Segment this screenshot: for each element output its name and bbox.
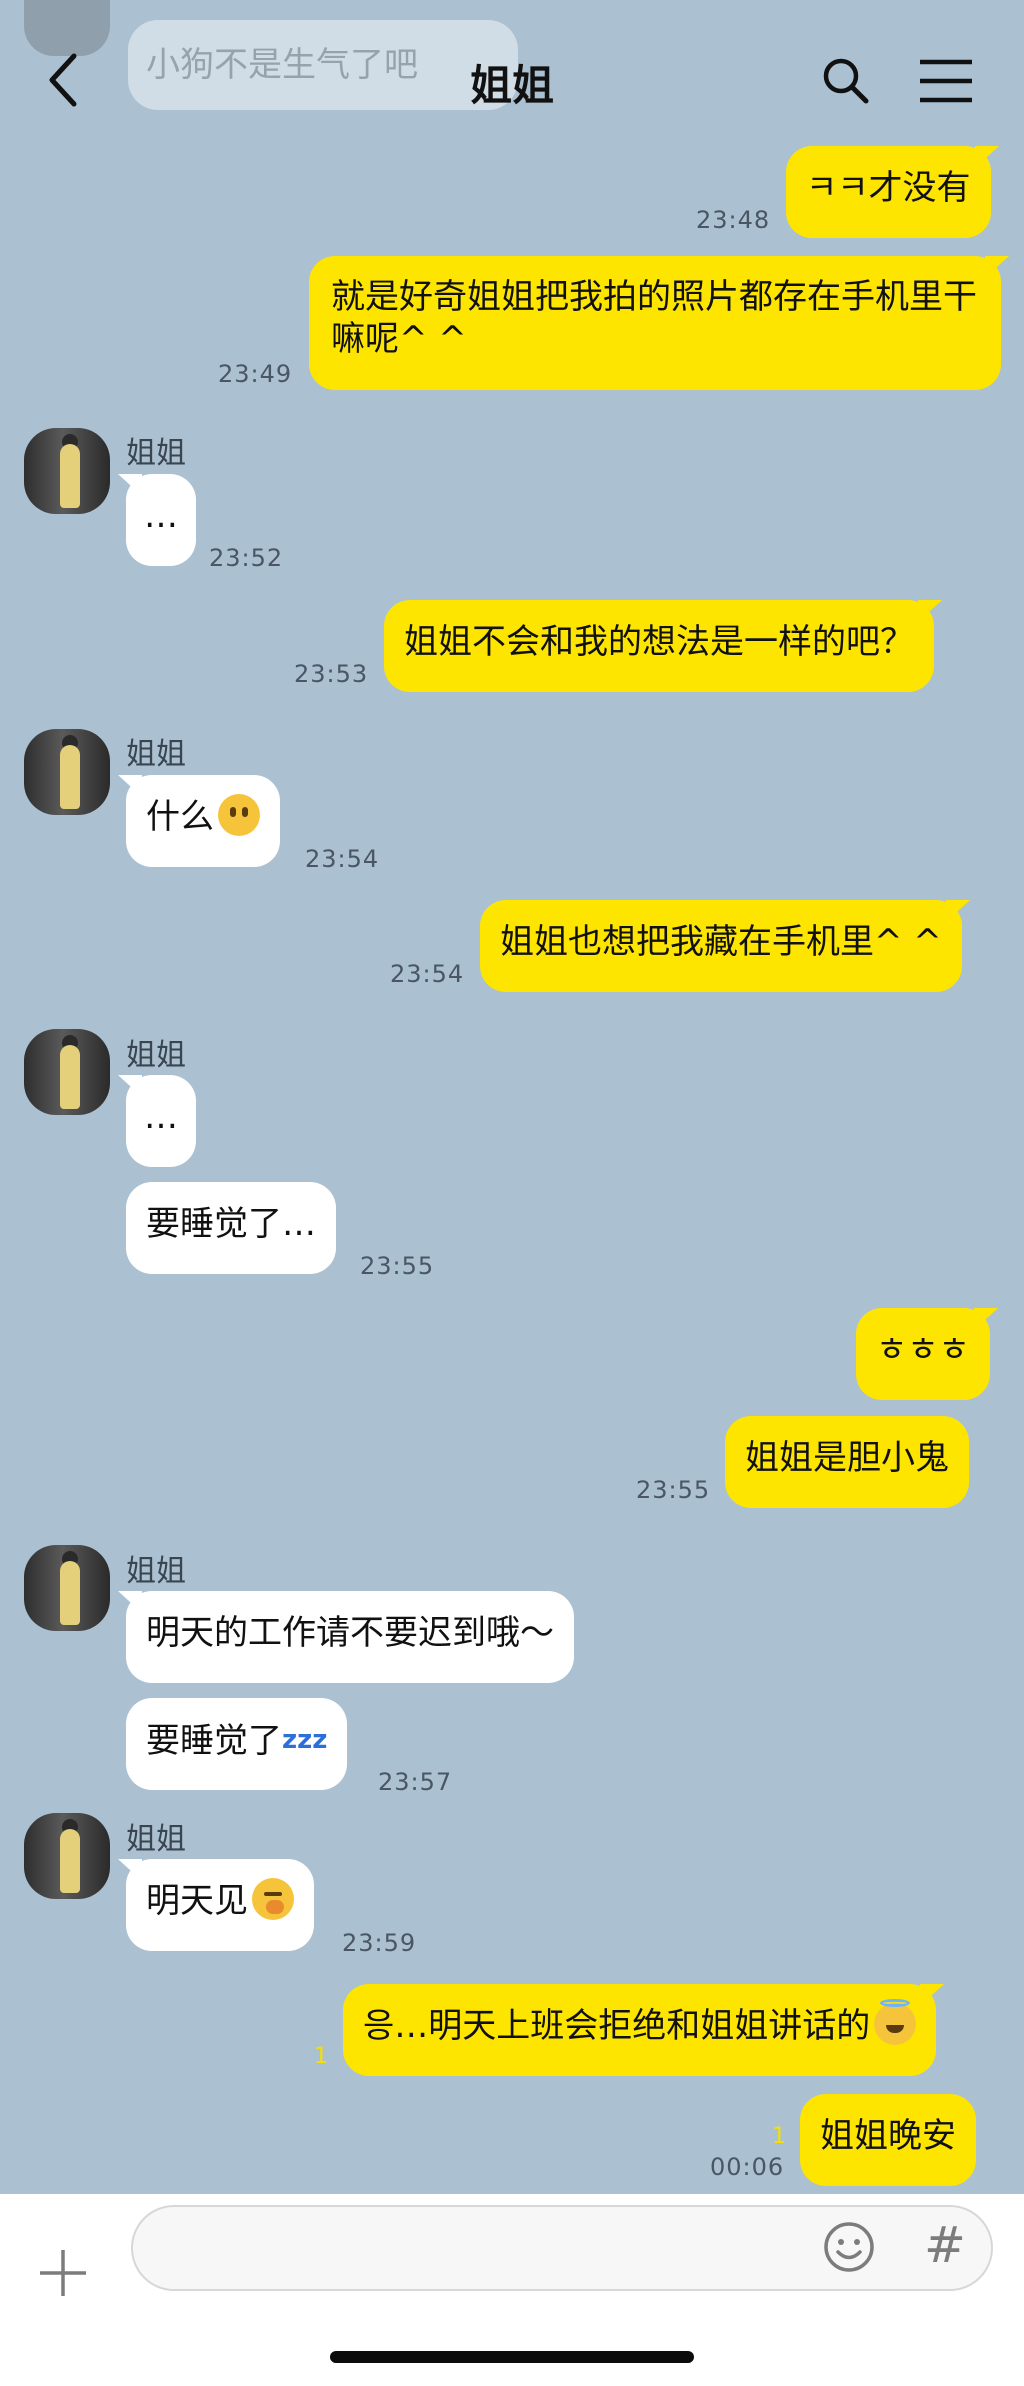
contact-avatar[interactable] [24, 729, 110, 815]
message-text: 姐姐不会和我的想法是一样的吧？ [404, 622, 914, 662]
message-text: 姐姐也想把我藏在手机里^ ^ [500, 922, 942, 962]
their-message-bubble[interactable]: … [118, 1075, 196, 1167]
message-time: 23:49 [218, 360, 293, 388]
their-message-bubble[interactable]: 明天见 [118, 1859, 314, 1951]
smiling-face-with-halo-emoji [874, 1999, 917, 2045]
contact-avatar[interactable] [24, 1813, 110, 1899]
emoji-icon[interactable] [823, 2221, 875, 2273]
menu-icon[interactable] [918, 58, 974, 104]
contact-name: 姐姐 [126, 1822, 186, 1857]
message-time: 23:54 [390, 960, 465, 988]
home-indicator[interactable] [330, 2351, 694, 2363]
message-text: ㅎㅎㅎ [876, 1330, 970, 1370]
message-text: 明天的工作请不要迟到哦～ [146, 1613, 554, 1653]
message-text: 什么 [146, 797, 214, 837]
message-time: 23:59 [342, 1929, 417, 1957]
message-time: 23:55 [636, 1476, 711, 1504]
their-message-bubble[interactable]: 明天的工作请不要迟到哦～ [118, 1591, 574, 1683]
my-message-bubble[interactable]: 就是好奇姐姐把我拍的照片都存在手机里干嘛呢^ ^ [309, 256, 1009, 390]
message-time: 23:57 [378, 1768, 453, 1796]
unread-count: 1 [772, 2124, 786, 2149]
plus-icon[interactable] [38, 2248, 88, 2298]
contact-name: 姐姐 [126, 1554, 186, 1589]
neutral-face-emoji [218, 794, 260, 836]
message-text: 姐姐是胆小鬼 [745, 1438, 949, 1478]
message-text: … [144, 496, 178, 536]
message-text: ㅋㅋ才没有 [806, 168, 971, 208]
message-time: 23:53 [294, 660, 369, 688]
contact-name: 姐姐 [126, 436, 186, 471]
my-message-bubble[interactable]: 응…明天上班会拒绝和姐姐讲话的 [343, 1984, 945, 2076]
message-time: 23:52 [209, 544, 284, 572]
message-time: 23:54 [305, 845, 380, 873]
yawning-face-emoji [252, 1878, 294, 1920]
my-message-bubble[interactable]: 姐姐不会和我的想法是一样的吧？ [384, 600, 942, 692]
message-time: 23:48 [696, 206, 771, 234]
contact-avatar[interactable] [24, 428, 110, 514]
chat-title: 姐姐 [469, 61, 554, 110]
contact-avatar[interactable] [24, 1545, 110, 1631]
their-message-bubble[interactable]: 要睡觉了… [126, 1182, 336, 1274]
message-composer: # [0, 2194, 1024, 2386]
hash-icon[interactable]: # [920, 2210, 970, 2280]
message-text: 明天见 [146, 1881, 248, 1921]
message-time: 23:55 [360, 1252, 435, 1280]
message-text: 要睡觉了 [146, 1721, 282, 1761]
my-message-bubble[interactable]: 姐姐也想把我藏在手机里^ ^ [480, 900, 970, 992]
chat-header: 小狗不是生气了吧 姐姐 [0, 0, 1024, 140]
message-text: 要睡觉了… [146, 1204, 316, 1244]
contact-avatar[interactable] [24, 1029, 110, 1115]
unread-count: 1 [314, 2044, 328, 2069]
message-text: 就是好奇姐姐把我拍的照片都存在手机里干嘛呢^ ^ [331, 277, 977, 359]
my-message-bubble[interactable]: ㅋㅋ才没有 [786, 146, 999, 238]
their-message-bubble[interactable]: … [118, 474, 196, 566]
message-text: 姐姐晚安 [820, 2116, 956, 2156]
their-message-bubble[interactable]: 什么 [118, 775, 280, 867]
message-text: … [144, 1097, 178, 1137]
scrolled-avatar [24, 0, 110, 56]
search-icon[interactable] [820, 55, 870, 105]
message-text: 응…明天上班会拒绝和姐姐讲话的 [363, 2006, 871, 2046]
zzz-sleep-emoji: zzz [282, 1725, 328, 1755]
my-message-bubble[interactable]: ㅎㅎㅎ [856, 1308, 998, 1400]
message-time: 00:06 [710, 2153, 785, 2181]
their-message-bubble[interactable]: 要睡觉了zzz [126, 1698, 348, 1790]
contact-name: 姐姐 [126, 737, 186, 772]
contact-name: 姐姐 [126, 1038, 186, 1073]
my-message-bubble[interactable]: 姐姐是胆小鬼 [725, 1416, 969, 1508]
my-message-bubble[interactable]: 姐姐晚安 [800, 2094, 976, 2186]
